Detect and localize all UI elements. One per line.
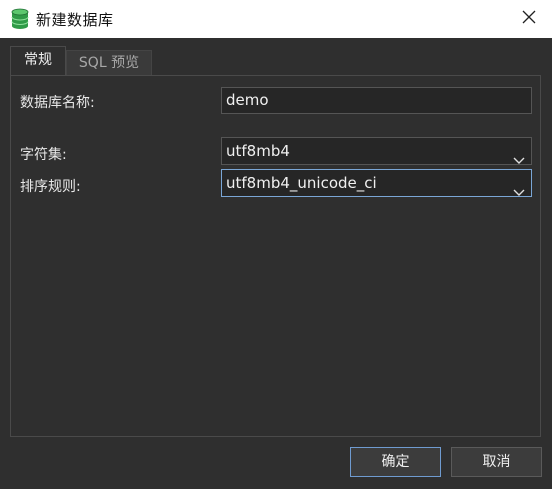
title-bar[interactable]: 新建数据库	[0, 0, 552, 38]
db-name-label: 数据库名称:	[20, 95, 95, 111]
ok-button[interactable]: 确定	[350, 447, 441, 477]
general-panel: 数据库名称: demo 字符集: utf8mb4 排序规则: utf8mb4_u…	[10, 75, 541, 437]
cancel-button[interactable]: 取消	[451, 447, 542, 477]
charset-label: 字符集:	[20, 147, 67, 163]
close-icon	[522, 10, 536, 28]
db-name-input[interactable]: demo	[221, 87, 532, 114]
collation-select[interactable]: utf8mb4_unicode_ci	[221, 169, 532, 197]
tab-general[interactable]: 常规	[10, 46, 66, 75]
database-icon	[10, 8, 30, 30]
window-title: 新建数据库	[36, 11, 114, 29]
charset-value: utf8mb4	[226, 142, 290, 160]
chevron-down-icon	[513, 147, 525, 164]
charset-select[interactable]: utf8mb4	[221, 137, 532, 165]
collation-label: 排序规则:	[20, 179, 81, 195]
chevron-down-icon	[513, 179, 525, 196]
tab-sql-preview[interactable]: SQL 预览	[66, 50, 152, 75]
close-button[interactable]	[512, 4, 546, 34]
collation-value: utf8mb4_unicode_ci	[226, 174, 377, 192]
new-database-dialog: 新建数据库 常规 SQL 预览 数据库名称: demo 字符集: utf8mb4…	[0, 0, 552, 489]
